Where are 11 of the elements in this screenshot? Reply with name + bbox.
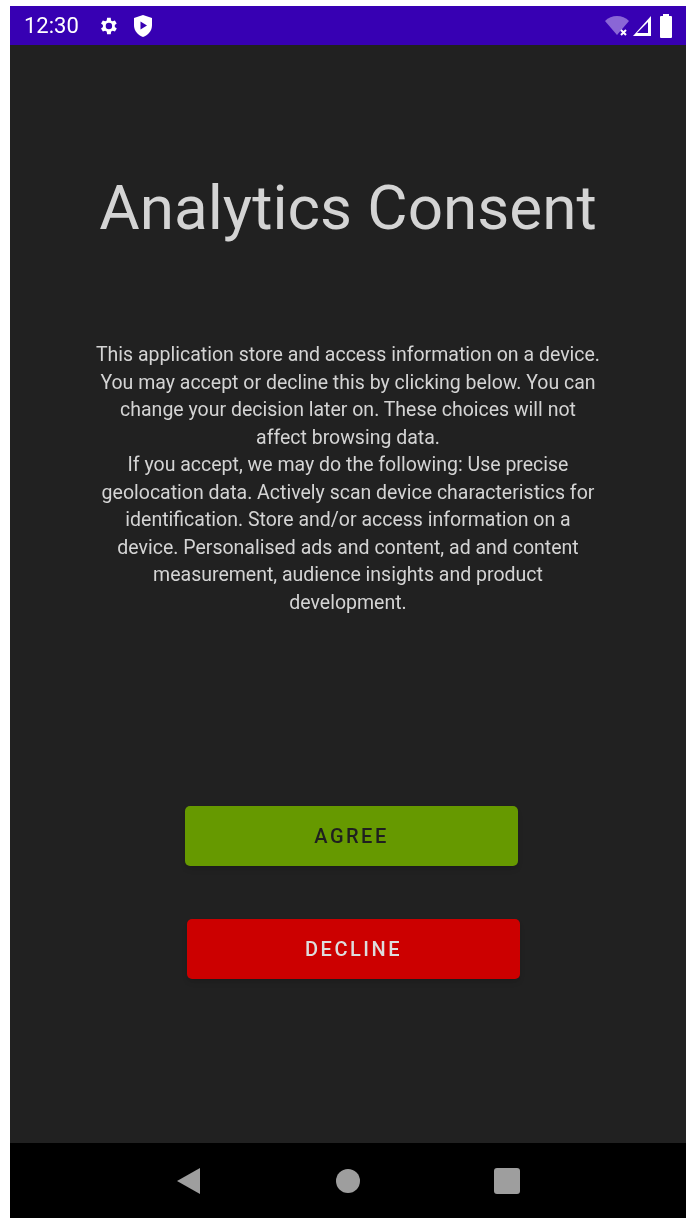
clock: 12:30 xyxy=(24,12,79,40)
agree-button[interactable]: AGREE xyxy=(185,806,518,866)
wifi-off-icon xyxy=(604,14,630,37)
consent-text: This application store and access information on a device. You may accept or decline this by clicking below. You can change your decision later on. These choices will not affect browsing data. If you accept, we may do the following: Use precise geolocation data. Actively scan device characteristics for identification. Store and/or access information on a device. Personalised ads and content, ad and content measurement, audience insights and product development. xyxy=(95,342,601,616)
overview-icon[interactable] xyxy=(493,1167,520,1194)
home-icon[interactable] xyxy=(335,1167,361,1194)
signal-icon xyxy=(632,14,652,37)
battery-icon xyxy=(660,13,672,38)
back-icon[interactable] xyxy=(176,1166,203,1195)
decline-button[interactable]: DECLINE xyxy=(187,919,520,979)
shield-play-icon xyxy=(132,14,153,37)
